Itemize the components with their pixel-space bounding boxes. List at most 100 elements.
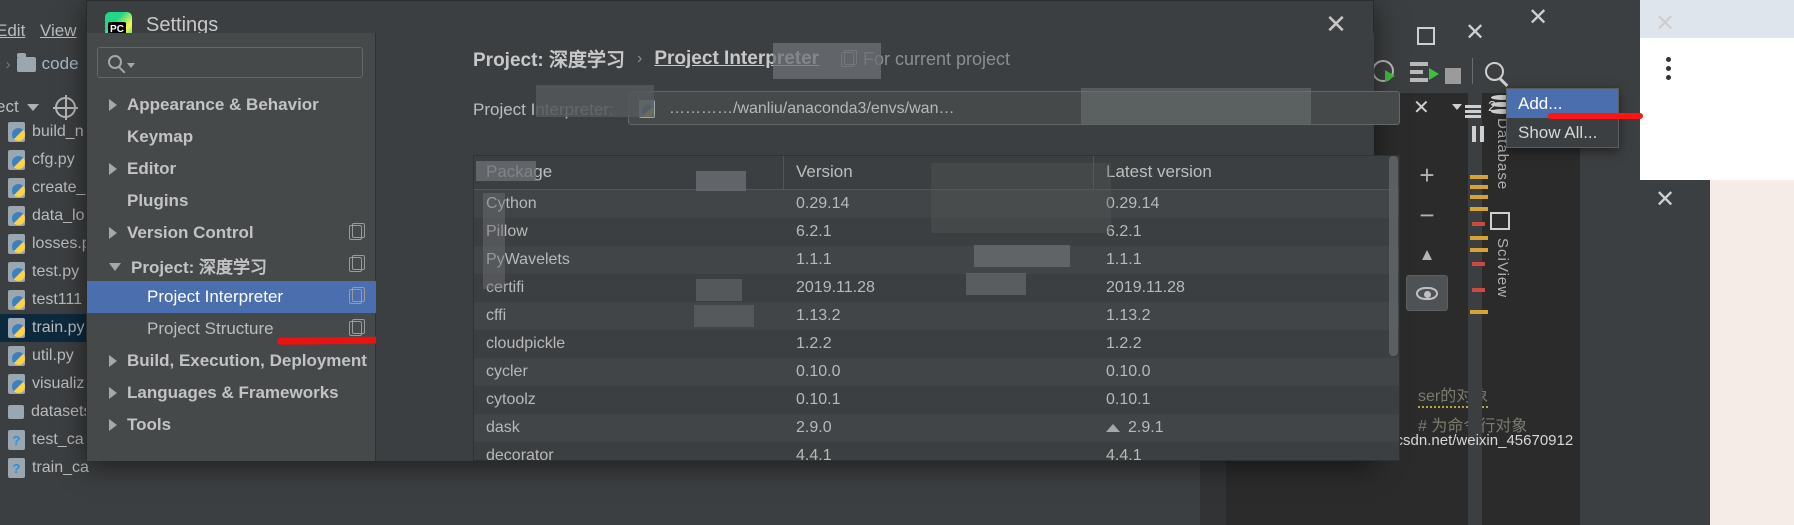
file-tree-item[interactable]: test111: [0, 286, 100, 314]
run-icon[interactable]: [1385, 70, 1395, 82]
cell-latest-version-text: 1.1.1: [1106, 251, 1142, 268]
breadcrumb-root[interactable]: Project: 深度学习: [473, 45, 625, 72]
settings-tree-item[interactable]: Build, Execution, Deployment: [87, 345, 376, 377]
packages-table-scrollbar[interactable]: [1389, 156, 1398, 356]
settings-tree-item[interactable]: Keymap: [87, 121, 376, 153]
copy-icon[interactable]: [349, 223, 365, 240]
upgrade-package-button[interactable]: ▲: [1404, 235, 1450, 275]
search-input[interactable]: [144, 52, 354, 74]
table-row[interactable]: cytoolz 0.10.1 0.10.1: [474, 386, 1399, 414]
project-tool-label[interactable]: ect: [0, 97, 19, 117]
settings-tree-item[interactable]: Project Interpreter: [87, 281, 376, 313]
cell-latest-version: 4.4.1: [1094, 442, 1399, 470]
file-tree-item[interactable]: build_n: [0, 118, 100, 146]
add-package-button[interactable]: +: [1404, 155, 1450, 195]
python-file-icon: [8, 290, 25, 310]
table-row[interactable]: certifi 2019.11.28 2019.11.28: [474, 274, 1399, 302]
show-early-releases-button[interactable]: [1406, 275, 1448, 311]
run-icon-2[interactable]: [1429, 68, 1439, 80]
table-row[interactable]: PyWavelets 1.1.1 1.1.1: [474, 246, 1399, 274]
settings-tree-item[interactable]: Editor: [87, 153, 376, 185]
python-file-icon: [8, 150, 25, 170]
more-options-icon[interactable]: [1666, 57, 1671, 80]
file-tree-item[interactable]: cfg.py: [0, 146, 100, 174]
close-ide-window-icon[interactable]: ✕: [1465, 18, 1485, 47]
breadcrumb-separator: ›: [5, 55, 11, 73]
menu-edit[interactable]: Edit: [0, 21, 25, 41]
python-file-icon: [8, 318, 25, 338]
table-row[interactable]: decorator 4.4.1 4.4.1: [474, 442, 1399, 470]
menu-view[interactable]: View: [40, 21, 77, 41]
column-header-latest-version[interactable]: Latest version: [1094, 156, 1399, 189]
cell-package: cycler: [486, 363, 528, 380]
panel-close-icon[interactable]: ✕: [1655, 185, 1675, 214]
browser-close-icon[interactable]: ✕: [1655, 9, 1675, 38]
table-row[interactable]: cycler 0.10.0 0.10.0: [474, 358, 1399, 386]
copy-icon[interactable]: [349, 319, 365, 336]
scroll-from-source-icon[interactable]: [52, 94, 78, 120]
project-file-tree[interactable]: build_n cfg.py create_ data_lo losses.p test.…: [0, 118, 100, 482]
python-file-icon: [8, 234, 25, 254]
tab-count-indicator[interactable]: 2: [1452, 98, 1496, 115]
menu-item-show-all[interactable]: Show All...: [1507, 118, 1618, 147]
pause-icon[interactable]: [1472, 126, 1476, 142]
file-tree-item[interactable]: visualiz: [0, 370, 100, 398]
settings-tree-item-label: Project: 深度学习: [131, 257, 268, 277]
cell-latest-version-text: 2019.11.28: [1106, 279, 1185, 296]
settings-tree-item[interactable]: Tools: [87, 409, 376, 441]
cell-package: cloudpickle: [486, 335, 566, 352]
file-tree-item[interactable]: ? train_ca: [0, 454, 100, 482]
error-marker: [1472, 262, 1485, 266]
tab-count-value: 2: [1488, 98, 1497, 115]
file-tree-item[interactable]: ? test_ca: [0, 426, 100, 454]
file-tree-item-label: data_lo: [32, 207, 85, 224]
chevron-down-icon[interactable]: [26, 103, 39, 111]
pause-icon[interactable]: [1480, 126, 1484, 142]
chevron-down-icon[interactable]: [127, 63, 135, 68]
tool-tab-sciview[interactable]: SciView: [1494, 238, 1511, 328]
chevron-right-icon[interactable]: [109, 163, 117, 175]
copy-icon[interactable]: [349, 255, 365, 272]
redaction-blur: [966, 273, 1026, 295]
file-tree-item[interactable]: data_lo: [0, 202, 100, 230]
chevron-right-icon[interactable]: [109, 227, 117, 239]
cell-package: Cython: [486, 195, 537, 212]
copy-icon[interactable]: [349, 287, 365, 304]
settings-tree[interactable]: Appearance & Behavior Keymap Editor Plugins…: [87, 89, 376, 441]
table-row[interactable]: dask 2.9.0 2.9.1: [474, 414, 1399, 442]
chevron-right-icon[interactable]: [109, 419, 117, 431]
file-tree-item-label: cfg.py: [32, 151, 75, 168]
settings-tree-item[interactable]: Plugins: [87, 185, 376, 217]
chevron-down-icon[interactable]: [109, 262, 121, 271]
settings-tree-item[interactable]: Languages & Frameworks: [87, 377, 376, 409]
file-tree-item[interactable]: create_: [0, 174, 100, 202]
maximize-window-icon-shape[interactable]: [1417, 27, 1435, 45]
search-everywhere-icon[interactable]: [1485, 62, 1504, 81]
settings-tree-item[interactable]: Version Control: [87, 217, 376, 249]
chevron-right-icon[interactable]: [109, 355, 117, 367]
file-tree-item[interactable]: test.py: [0, 258, 100, 286]
settings-tree-item[interactable]: Appearance & Behavior: [87, 89, 376, 121]
file-tree-item[interactable]: losses.p: [0, 230, 100, 258]
file-tree-item[interactable]: util.py: [0, 342, 100, 370]
table-row[interactable]: cloudpickle 1.2.2 1.2.2: [474, 330, 1399, 358]
run-configurations-icon[interactable]: [1410, 62, 1428, 66]
breadcrumb-folder-label[interactable]: code: [42, 54, 79, 74]
settings-tree-item[interactable]: Project: 深度学习: [87, 249, 376, 281]
table-row[interactable]: cffi 1.13.2 1.13.2: [474, 302, 1399, 330]
stop-icon[interactable]: [1445, 68, 1461, 84]
redaction-blur: [974, 245, 1070, 267]
redaction-blur: [694, 305, 754, 327]
file-tree-item[interactable]: datasets: [0, 398, 100, 426]
settings-tree-item-label: Languages & Frameworks: [127, 383, 339, 402]
settings-search-box[interactable]: [97, 47, 363, 78]
file-tree-item[interactable]: train.py: [0, 314, 100, 342]
remove-package-button[interactable]: −: [1404, 195, 1450, 235]
chevron-right-icon[interactable]: [109, 99, 117, 111]
cell-latest-version: 2.9.1: [1094, 414, 1399, 442]
chevron-right-icon[interactable]: [109, 387, 117, 399]
file-tree-item-label: test111: [32, 291, 83, 308]
cell-latest-version-text: 1.2.2: [1106, 335, 1142, 352]
close-window-icon[interactable]: ✕: [1528, 3, 1548, 32]
close-tab-icon[interactable]: ✕: [1413, 95, 1430, 120]
